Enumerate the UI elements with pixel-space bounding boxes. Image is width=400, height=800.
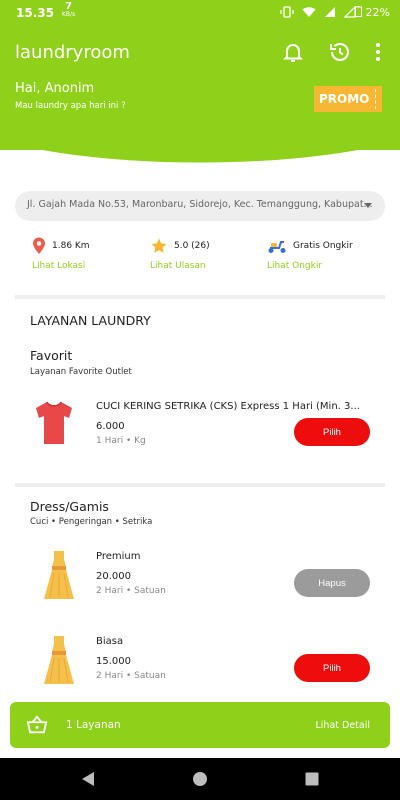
lihat-lokasi-link[interactable]: Lihat Lokasi — [32, 261, 152, 271]
wifi-icon — [302, 7, 316, 17]
info-distance: 1.86 Km Lihat Lokasi — [32, 236, 152, 271]
divider — [15, 295, 385, 299]
history-icon[interactable] — [328, 40, 352, 64]
dress-item-unit: Satuan — [134, 586, 166, 596]
chevron-down-icon — [364, 203, 372, 208]
home-icon[interactable] — [192, 771, 208, 787]
system-nav-bar — [0, 758, 400, 800]
dress-item-price: 15.000 — [96, 656, 131, 667]
bell-icon[interactable] — [281, 40, 305, 64]
distance-text: 1.86 Km — [52, 241, 90, 251]
delivery-text: Gratis Ongkir — [293, 241, 353, 251]
favorit-title: Favorit — [30, 348, 73, 363]
meta-dot: • — [125, 671, 135, 681]
greeting: Hai, Anonim — [15, 81, 95, 96]
cart-bar[interactable]: 1 Layanan Lihat Detail — [10, 702, 390, 748]
favorit-item-duration: 1 Hari — [96, 436, 124, 446]
vibrate-icon — [280, 6, 294, 18]
recents-icon[interactable] — [304, 771, 320, 787]
dress-item-meta: 2 Hari • Satuan — [96, 586, 166, 596]
status-icons — [280, 6, 356, 18]
location-pin-icon — [33, 237, 45, 254]
pilih-button[interactable]: Pilih — [294, 654, 370, 682]
pilih-button[interactable]: Pilih — [294, 418, 370, 446]
dress-item-duration: 2 Hari — [96, 671, 124, 681]
favorit-item-unit: Kg — [134, 436, 146, 446]
dress-item-name: Premium — [96, 551, 141, 562]
address-selector[interactable]: Jl. Gajah Mada No.53, Maronbaru, Sidorej… — [15, 191, 385, 221]
lihat-detail-link[interactable]: Lihat Detail — [315, 720, 370, 731]
rating-text: 5.0 (26) — [174, 241, 210, 251]
dress-subtitle: Cuci • Pengeringan • Setrika — [30, 517, 153, 527]
network-speed-value: 7 — [65, 1, 73, 12]
favorit-subtitle: Layanan Favorite Outlet — [30, 367, 132, 377]
cart-count: 1 Layanan — [66, 719, 121, 731]
dress-icon — [44, 636, 74, 684]
dress-item-duration: 2 Hari — [96, 586, 124, 596]
more-vert-icon[interactable] — [366, 40, 390, 64]
promo-button[interactable]: PROMO — [314, 86, 382, 112]
info-delivery: Gratis Ongkir Lihat Ongkir — [267, 236, 387, 271]
star-icon — [151, 238, 167, 253]
back-icon[interactable] — [80, 771, 96, 787]
battery-text: 22% — [365, 6, 390, 19]
hapus-button[interactable]: Hapus — [294, 569, 370, 597]
dress-icon — [44, 551, 74, 599]
dress-item-meta: 2 Hari • Satuan — [96, 671, 166, 681]
network-speed-unit: KB/s — [62, 11, 76, 18]
favorit-item-name: CUCI KERING SETRIKA (CKS) Express 1 Hari… — [96, 401, 360, 412]
section-title: LAYANAN LAUNDRY — [30, 313, 151, 328]
dress-item-name: Biasa — [96, 636, 124, 647]
status-bar: 15.35 7 KB/s 22% — [0, 0, 400, 26]
meta-dot: • — [125, 436, 135, 446]
dress-item-price: 20.000 — [96, 571, 131, 582]
dress-title: Dress/Gamis — [30, 499, 109, 514]
lihat-ulasan-link[interactable]: Lihat Ulasan — [150, 261, 270, 271]
address-text: Jl. Gajah Mada No.53, Maronbaru, Sidorej… — [27, 199, 373, 210]
dress-item-unit: Satuan — [134, 671, 166, 681]
header-curve — [0, 140, 400, 163]
battery-level: 22% — [355, 6, 390, 19]
lihat-ongkir-link[interactable]: Lihat Ongkir — [267, 261, 387, 271]
status-time: 15.35 — [16, 6, 54, 20]
meta-dot: • — [125, 586, 135, 596]
info-rating: 5.0 (26) Lihat Ulasan — [150, 236, 270, 271]
favorit-item-meta: 1 Hari • Kg — [96, 436, 146, 446]
app-title: laundryroom — [15, 42, 130, 63]
favorit-item-price: 6.000 — [96, 421, 125, 432]
battery-icon — [355, 6, 363, 17]
divider — [15, 483, 385, 487]
scooter-icon — [268, 241, 286, 253]
network-speed: 7 KB/s — [62, 1, 76, 19]
header: laundryroom Hai, Anonim Mau laundry apa … — [0, 26, 400, 150]
tshirt-icon — [36, 401, 72, 444]
basket-icon — [26, 715, 48, 734]
subgreeting: Mau laundry apa hari ini ? — [15, 101, 126, 111]
signal-icon — [325, 7, 335, 17]
